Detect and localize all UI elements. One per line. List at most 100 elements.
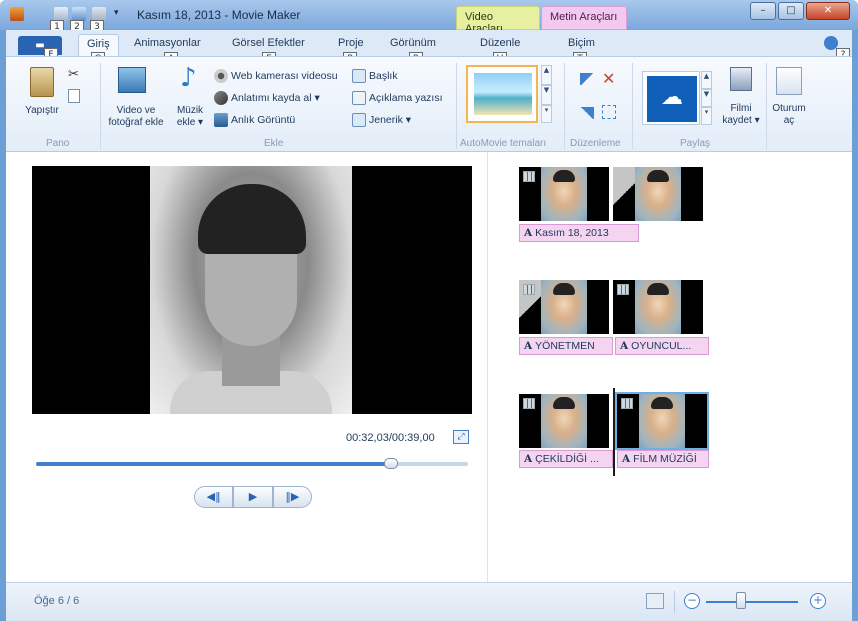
scissors-icon[interactable]: ✂ xyxy=(68,67,79,82)
save-movie-line1: Filmi xyxy=(730,103,752,114)
add-music-button[interactable]: Müzik ekle ▾ xyxy=(170,105,210,129)
select-all-icon[interactable] xyxy=(602,105,616,119)
credits-button[interactable]: Jenerik ▾ xyxy=(352,113,411,127)
title-button[interactable]: Başlık xyxy=(352,69,398,83)
credits-icon xyxy=(352,113,366,127)
zoom-slider-thumb[interactable] xyxy=(736,592,746,609)
paste-button[interactable]: Yapıştır xyxy=(20,105,64,117)
sign-in-line2: aç xyxy=(783,115,795,126)
storyboard-caption[interactable]: A YÖNETMEN xyxy=(519,337,613,355)
caption-text: YÖNETMEN xyxy=(535,340,595,352)
group-separator xyxy=(456,63,457,149)
app-icon[interactable] xyxy=(10,7,24,21)
share-gallery-scroll-up[interactable]: ▲ xyxy=(701,71,712,89)
tab-format[interactable]: Biçim xyxy=(568,37,595,49)
share-gallery-scroll-down[interactable]: ▼ xyxy=(701,89,712,107)
delete-icon[interactable]: ✕ xyxy=(602,69,615,88)
storyboard-clip[interactable] xyxy=(613,167,703,221)
storyboard-clip[interactable] xyxy=(613,280,703,334)
redo-icon[interactable] xyxy=(92,7,106,21)
maximize-button[interactable]: □ xyxy=(778,2,804,20)
storyboard-caption[interactable]: A Kasım 18, 2013 xyxy=(519,224,639,242)
add-video-line2: fotoğraf ekle xyxy=(108,117,164,128)
play-button[interactable]: ▶ xyxy=(233,486,273,508)
tab-project[interactable]: Proje xyxy=(338,37,364,49)
storyboard-clip[interactable] xyxy=(519,280,609,334)
rotate-right-icon[interactable] xyxy=(580,107,594,119)
undo-icon[interactable] xyxy=(72,7,86,21)
theme-gallery-scroll-down[interactable]: ▼ xyxy=(541,85,552,105)
film-icon xyxy=(523,398,535,409)
theme-thumbnail xyxy=(474,73,532,115)
tab-animations[interactable]: Animasyonlar xyxy=(134,37,201,49)
group-separator xyxy=(632,63,633,149)
user-icon[interactable] xyxy=(776,67,802,95)
text-caption-icon: A xyxy=(524,227,533,239)
seek-bar[interactable] xyxy=(36,458,468,469)
film-icon xyxy=(523,284,535,295)
next-frame-button[interactable]: ‖▶ xyxy=(272,486,312,508)
storyboard-caption[interactable]: A ÇEKİLDİĞİ ... xyxy=(519,450,613,468)
seek-bar-progress xyxy=(36,462,391,466)
text-caption-icon: A xyxy=(622,453,631,465)
record-narration-button[interactable]: Anlatımı kayda al ▾ xyxy=(214,91,320,105)
previous-frame-button[interactable]: ◀‖ xyxy=(194,486,234,508)
storyboard-caption[interactable]: A OYUNCUL... xyxy=(615,337,709,355)
playback-cursor[interactable] xyxy=(613,388,615,476)
film-photo-icon[interactable] xyxy=(118,67,146,93)
snapshot-button[interactable]: Anlık Görüntü xyxy=(214,113,295,127)
quick-access-dropdown-icon[interactable]: ▾ xyxy=(114,8,119,18)
save-icon[interactable] xyxy=(54,7,68,21)
tab-edit[interactable]: Düzenle xyxy=(480,37,520,49)
share-gallery-more[interactable]: ▾ xyxy=(701,107,712,125)
caption-label: Açıklama yazısı xyxy=(369,92,443,104)
tab-animations-label: Animasyonlar xyxy=(134,37,201,49)
save-movie-icon[interactable] xyxy=(730,67,752,91)
zoom-out-button[interactable]: − xyxy=(684,593,700,609)
save-movie-button[interactable]: Filmi kaydet ▾ xyxy=(718,103,764,127)
preview-pane: 00:32,03/00:39,00 ⤢ ◀‖ ▶ ‖▶ xyxy=(6,152,488,582)
storyboard-clip-selected[interactable] xyxy=(615,392,709,450)
storyboard-caption[interactable]: A FİLM MÜZİĞİ xyxy=(617,450,709,468)
status-bar: Öğe 6 / 6 − + xyxy=(6,582,852,621)
tab-view[interactable]: Görünüm xyxy=(390,37,436,49)
add-music-line2: ekle ▾ xyxy=(176,117,204,128)
caption-button[interactable]: Açıklama yazısı xyxy=(352,91,443,105)
tab-visual-effects-label: Görsel Efektler xyxy=(232,37,305,49)
thumbnail-size-icon[interactable] xyxy=(646,593,664,609)
sign-in-button[interactable]: Oturum aç xyxy=(764,103,814,127)
caption-text: FİLM MÜZİĞİ xyxy=(633,453,697,465)
zoom-in-button[interactable]: + xyxy=(810,593,826,609)
caption-text: ÇEKİLDİĞİ ... xyxy=(535,453,599,465)
share-gallery[interactable]: ☁ xyxy=(642,71,700,125)
playback-controls: ◀‖ ▶ ‖▶ xyxy=(194,486,312,508)
status-separator xyxy=(674,591,675,613)
rotate-left-icon[interactable] xyxy=(580,73,594,85)
context-tab-video-tools: Video Araçları xyxy=(456,6,540,35)
zoom-slider[interactable] xyxy=(706,601,798,603)
film-icon xyxy=(523,171,535,182)
video-preview[interactable] xyxy=(32,166,472,414)
tab-format-label: Biçim xyxy=(568,37,595,49)
clipboard-icon[interactable] xyxy=(30,67,54,97)
add-video-photo-button[interactable]: Video ve fotoğraf ekle xyxy=(100,105,172,129)
close-button[interactable]: ✕ xyxy=(806,2,850,20)
group-label-add: Ekle xyxy=(264,138,284,149)
fullscreen-preview-icon[interactable]: ⤢ xyxy=(453,430,469,444)
theme-gallery-scroll-up[interactable]: ▲ xyxy=(541,65,552,85)
storyboard-clip[interactable] xyxy=(519,167,609,221)
minimize-button[interactable]: – xyxy=(750,2,776,20)
tab-visual-effects[interactable]: Görsel Efektler xyxy=(232,37,305,49)
copy-icon[interactable] xyxy=(68,89,80,103)
group-label-clipboard: Pano xyxy=(46,138,70,149)
automovie-theme-item[interactable] xyxy=(466,65,538,123)
theme-gallery-more[interactable]: ▾ xyxy=(541,105,552,123)
clip-thumbnail xyxy=(541,280,587,334)
webcam-video-button[interactable]: Web kamerası videosu xyxy=(214,69,338,83)
film-icon xyxy=(617,284,629,295)
storyboard-clip[interactable] xyxy=(519,394,609,448)
credits-label: Jenerik ▾ xyxy=(369,114,412,126)
seek-bar-thumb[interactable] xyxy=(383,458,398,469)
caption-text: OYUNCUL... xyxy=(631,340,692,352)
music-note-icon[interactable]: ♪ xyxy=(180,63,197,93)
